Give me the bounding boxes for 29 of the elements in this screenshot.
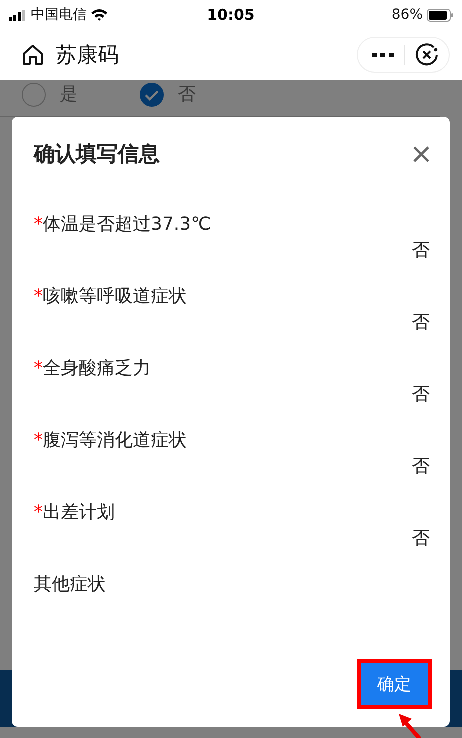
- option-label: 否: [178, 83, 196, 107]
- radio-button[interactable]: [140, 83, 164, 107]
- wifi-icon: [91, 9, 108, 21]
- signal-icon: [9, 10, 27, 20]
- pointer-arrow: [398, 713, 422, 738]
- dialog-title: 确认填写信息: [34, 141, 160, 168]
- field-label: *体温是否超过37.3℃: [34, 213, 212, 237]
- status-time: 10:05: [207, 6, 255, 24]
- field-value: 否: [412, 455, 430, 479]
- close-icon[interactable]: [415, 43, 439, 67]
- field-label: *腹泻等消化道症状: [34, 429, 188, 453]
- checkmark-icon: [145, 90, 159, 100]
- page-title: 苏康码: [56, 42, 120, 69]
- radio-button[interactable]: [22, 83, 46, 107]
- field-label: *出差计划: [34, 501, 116, 525]
- option-label: 是: [60, 83, 78, 107]
- field-value: 否: [412, 311, 430, 335]
- field-label: 其他症状: [34, 573, 107, 597]
- home-icon[interactable]: [22, 44, 44, 66]
- more-icon[interactable]: [372, 52, 394, 58]
- battery-icon: [427, 8, 454, 22]
- field-value: 否: [412, 527, 430, 551]
- field-label: *咳嗽等呼吸道症状: [34, 285, 188, 309]
- field-value: 否: [412, 383, 430, 407]
- field-value: 否: [412, 239, 430, 263]
- field-label: *全身酸痛乏力: [34, 357, 152, 381]
- confirm-button[interactable]: 确定: [357, 659, 432, 709]
- battery-percent: 86%: [392, 7, 423, 23]
- carrier-name: 中国电信: [31, 6, 87, 24]
